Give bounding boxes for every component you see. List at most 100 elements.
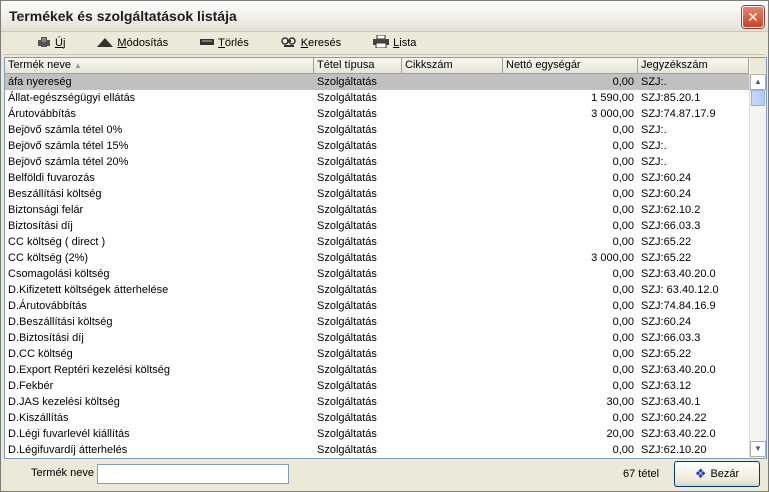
column-header-item-type[interactable]: Tétel típusa — [314, 58, 402, 73]
cell-net-unit-price: 3 000,00 — [591, 108, 634, 120]
cell-product-name: D.JAS kezelési költség — [8, 396, 120, 408]
cell-net-unit-price: 0,00 — [612, 348, 634, 360]
product-name-filter-input[interactable] — [97, 464, 289, 484]
table-body: áfa nyereség Szolgáltatás 0,00 SZJ:. Állat-e… — [5, 74, 749, 458]
cell-item-type: Szolgáltatás — [317, 268, 377, 280]
cell-registry-number: SZJ:74.84.16.9 — [641, 300, 716, 312]
scroll-thumb[interactable] — [751, 90, 765, 106]
column-header-registry-number[interactable]: Jegyzékszám — [638, 58, 749, 73]
cell-net-unit-price: 0,00 — [612, 316, 634, 328]
cell-item-type: Szolgáltatás — [317, 172, 377, 184]
close-button[interactable]: ❖ Bezár — [674, 461, 760, 487]
sort-ascending-icon: ▲ — [73, 61, 82, 70]
delete-icon — [200, 37, 215, 50]
cell-registry-number: SZJ:60.24 — [641, 188, 692, 200]
list-print-button[interactable]: Lista — [365, 33, 424, 53]
cell-net-unit-price: 0,00 — [612, 444, 634, 456]
table-row[interactable]: Bejövő számla tétel 0% Szolgáltatás 0,00 SZ… — [5, 122, 749, 138]
cell-registry-number: SZJ:63.40.20.0 — [641, 268, 716, 280]
cell-item-number — [402, 186, 503, 202]
cell-item-type: Szolgáltatás — [317, 412, 377, 424]
table-row[interactable]: D.CC költség Szolgáltatás 0,00 SZJ:65.22 — [5, 346, 749, 362]
table-row[interactable]: Biztosítási díj Szolgáltatás 0,00 SZJ:66.03… — [5, 218, 749, 234]
cell-product-name: D.Kiszállítás — [8, 412, 69, 424]
cell-item-number — [402, 218, 503, 234]
cell-item-number — [402, 362, 503, 378]
cell-net-unit-price: 0,00 — [612, 156, 634, 168]
column-header-product-name[interactable]: Termék neve ▲ — [5, 58, 314, 73]
table-row[interactable]: D.Légi fuvarlevél kiállítás Szolgáltatás 2… — [5, 426, 749, 442]
cell-net-unit-price: 3 000,00 — [591, 252, 634, 264]
cell-registry-number: SZJ:66.03.3 — [641, 332, 701, 344]
table-row[interactable]: D.Fekbér Szolgáltatás 0,00 SZJ:63.12 — [5, 378, 749, 394]
cell-registry-number: SZJ:. — [641, 140, 667, 152]
cell-item-number — [402, 122, 503, 138]
new-button[interactable]: Új — [29, 33, 73, 53]
table-row[interactable]: Biztonsági felár Szolgáltatás 0,00 SZJ:62.1… — [5, 202, 749, 218]
cell-net-unit-price: 0,00 — [612, 76, 634, 88]
column-header-net-unit-price[interactable]: Nettó egységár — [503, 58, 638, 73]
scroll-up-button[interactable]: ▲ — [750, 74, 766, 90]
cell-net-unit-price: 0,00 — [612, 364, 634, 376]
window-title: Termékek és szolgáltatások listája — [9, 8, 237, 24]
cell-product-name: Bejövő számla tétel 15% — [8, 140, 129, 152]
cell-product-name: D.Beszállítási költség — [8, 316, 113, 328]
table-row[interactable]: áfa nyereség Szolgáltatás 0,00 SZJ:. — [5, 74, 749, 90]
cell-item-type: Szolgáltatás — [317, 284, 377, 296]
window-close-button[interactable]: ✕ — [742, 6, 764, 28]
search-button[interactable]: Keresés — [273, 33, 349, 53]
cell-item-type: Szolgáltatás — [317, 92, 377, 104]
edit-label: Módosítás — [117, 37, 169, 49]
table-row[interactable]: Állat-egészségügyi ellátás Szolgáltatás 1 … — [5, 90, 749, 106]
table-row[interactable]: D.Kiszállítás Szolgáltatás 0,00 SZJ:60.24.2… — [5, 410, 749, 426]
products-table[interactable]: Termék neve ▲ Tétel típusa Cikkszám Nettó… — [4, 57, 767, 459]
table-row[interactable]: Bejövő számla tétel 15% Szolgáltatás 0,00 S… — [5, 138, 749, 154]
cell-item-type: Szolgáltatás — [317, 156, 377, 168]
cell-item-number — [402, 106, 503, 122]
delete-button[interactable]: Törlés — [192, 33, 257, 53]
cell-product-name: CC költség ( direct ) — [8, 236, 106, 248]
cell-registry-number: SZJ:60.24 — [641, 172, 692, 184]
cell-net-unit-price: 0,00 — [612, 172, 634, 184]
vertical-scrollbar[interactable]: ▲ ▼ — [749, 73, 766, 458]
cell-item-type: Szolgáltatás — [317, 316, 377, 328]
header-corner — [750, 58, 766, 73]
cell-net-unit-price: 0,00 — [612, 284, 634, 296]
scroll-down-button[interactable]: ▼ — [750, 441, 766, 457]
table-row[interactable]: Beszállítási költség Szolgáltatás 0,00 SZJ:… — [5, 186, 749, 202]
cell-net-unit-price: 1 590,00 — [591, 92, 634, 104]
edit-button[interactable]: Módosítás — [89, 33, 176, 53]
table-row[interactable]: D.JAS kezelési költség Szolgáltatás 30,00 S… — [5, 394, 749, 410]
table-row[interactable]: D.Kifizetett költségek átterhelése Szolgá… — [5, 282, 749, 298]
column-header-item-number[interactable]: Cikkszám — [402, 58, 503, 73]
cell-item-type: Szolgáltatás — [317, 444, 377, 456]
cell-item-number — [402, 154, 503, 170]
cell-item-number — [402, 202, 503, 218]
table-row[interactable]: Árutovábbítás Szolgáltatás 3 000,00 SZJ:74.… — [5, 106, 749, 122]
table-row[interactable]: Bejövő számla tétel 20% Szolgáltatás 0,00 S… — [5, 154, 749, 170]
cell-registry-number: SZJ:62.10.20 — [641, 444, 707, 456]
table-row[interactable]: D.Beszállítási költség Szolgáltatás 0,00 SZ… — [5, 314, 749, 330]
cell-item-number — [402, 266, 503, 282]
table-row[interactable]: D.Légifuvardíj átterhelés Szolgáltatás 0,0… — [5, 442, 749, 458]
cell-product-name: D.Légi fuvarlevél kiállítás — [8, 428, 130, 440]
table-row[interactable]: Belföldi fuvarozás Szolgáltatás 0,00 SZJ:60… — [5, 170, 749, 186]
table-row[interactable]: Csomagolási költség Szolgáltatás 0,00 SZJ:6… — [5, 266, 749, 282]
cell-item-number — [402, 234, 503, 250]
cell-item-type: Szolgáltatás — [317, 220, 377, 232]
table-row[interactable]: D.Árutovábbítás Szolgáltatás 0,00 SZJ:74.84… — [5, 298, 749, 314]
table-row[interactable]: CC költség ( direct ) Szolgáltatás 0,00 SZJ… — [5, 234, 749, 250]
cell-product-name: Bejövő számla tétel 0% — [8, 124, 123, 136]
cell-item-number — [402, 330, 503, 346]
cell-product-name: Csomagolási költség — [8, 268, 110, 280]
cell-product-name: D.Árutovábbítás — [8, 300, 87, 312]
search-icon — [281, 35, 297, 52]
cell-item-type: Szolgáltatás — [317, 204, 377, 216]
table-row[interactable]: D.Biztosítási díj Szolgáltatás 0,00 SZJ:66.… — [5, 330, 749, 346]
cell-registry-number: SZJ:65.22 — [641, 348, 692, 360]
table-row[interactable]: D.Export Reptéri kezelési költség Szolgál… — [5, 362, 749, 378]
cell-product-name: Állat-egészségügyi ellátás — [8, 92, 136, 104]
table-row[interactable]: CC költség (2%) Szolgáltatás 3 000,00 SZJ:6… — [5, 250, 749, 266]
cell-item-type: Szolgáltatás — [317, 300, 377, 312]
title-bar[interactable]: Termékek és szolgáltatások listája ✕ — [1, 1, 768, 32]
